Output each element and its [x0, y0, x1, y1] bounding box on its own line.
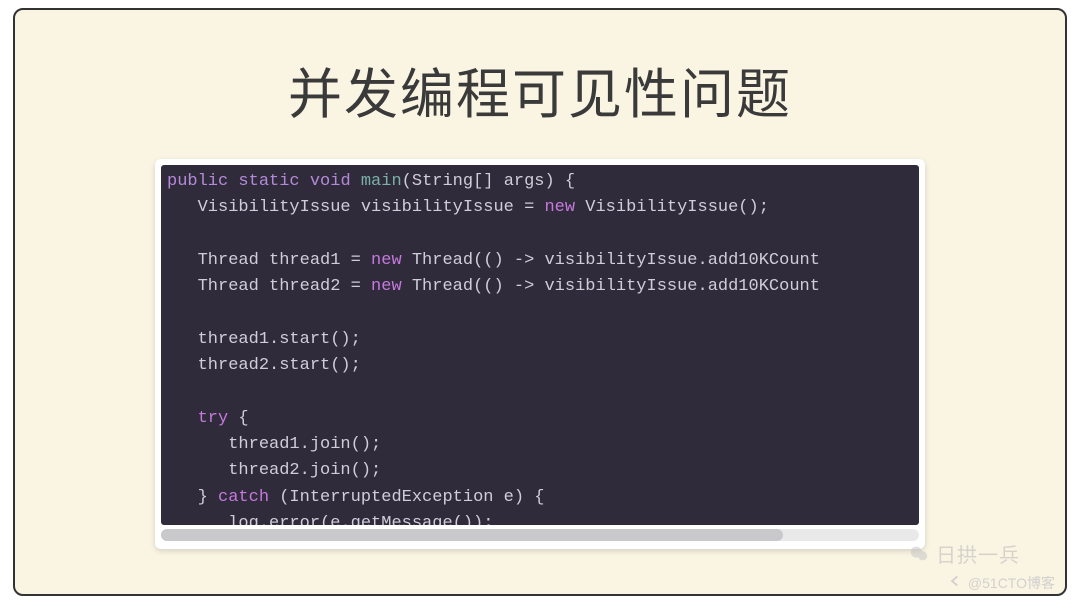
platform-name: @51CTO博客 [968, 573, 1055, 593]
stage: 并发编程可见性问题 public static void main(String… [0, 0, 1080, 603]
platform-icon [946, 572, 964, 593]
author-watermark: 日拱一兵 [908, 539, 1020, 568]
presentation-slide: 并发编程可见性问题 public static void main(String… [13, 8, 1067, 596]
platform-watermark: @51CTO博客 [946, 572, 1055, 593]
code-editor: public static void main(String[] args) {… [161, 165, 919, 525]
slide-title: 并发编程可见性问题 [288, 50, 792, 129]
author-name: 日拱一兵 [936, 539, 1020, 568]
scrollbar-thumb[interactable] [161, 529, 783, 541]
code-content: public static void main(String[] args) {… [161, 165, 919, 525]
horizontal-scrollbar[interactable] [161, 529, 919, 541]
wechat-icon [908, 543, 930, 565]
code-container: public static void main(String[] args) {… [155, 159, 925, 549]
